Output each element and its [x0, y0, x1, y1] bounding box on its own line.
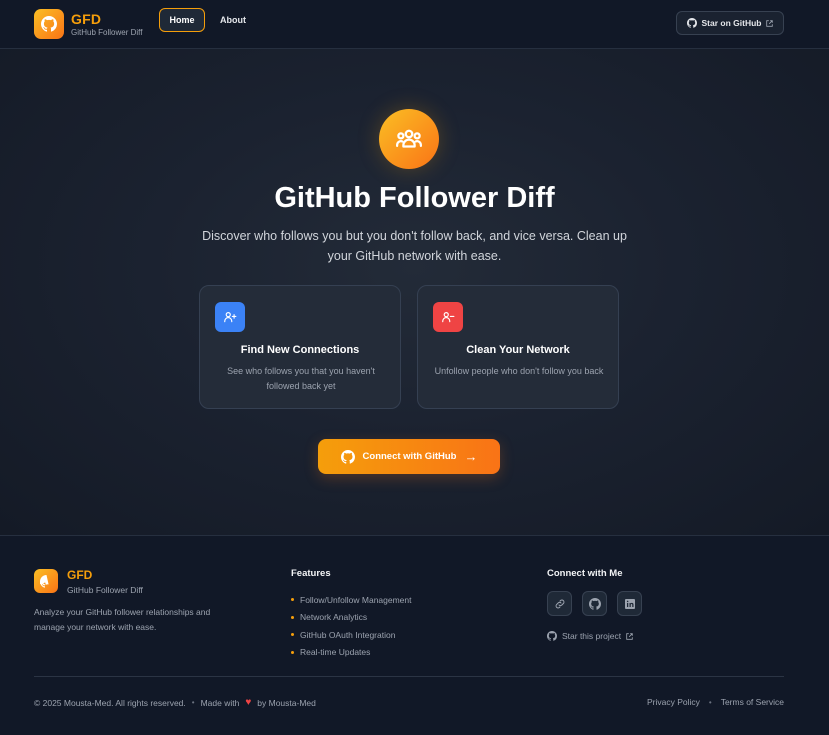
github-icon [547, 631, 557, 641]
heart-icon: ♥ [245, 697, 252, 708]
footer: GFD GitHub Follower Diff Analyze your Gi… [0, 535, 829, 735]
card-clean-your-network: Clean Your Network Unfollow people who d… [417, 285, 619, 409]
made-by-text: by Mousta-Med [257, 697, 316, 708]
card-title: Find New Connections [240, 344, 360, 356]
hero-description: Discover who follows you but you don't f… [202, 229, 627, 263]
bullet-dot [291, 633, 294, 637]
star-this-project-link[interactable]: Star this project [547, 631, 633, 641]
features-heading: Features [291, 568, 331, 579]
separator-dot: • [708, 697, 712, 707]
connect-with-github-button[interactable]: Connect with GitHub → [318, 439, 500, 474]
user-minus-icon [433, 302, 463, 332]
card-description: See who follows you that you haven't fol… [227, 366, 375, 391]
copyright-text: © 2025 Mousta-Med. All rights reserved. [34, 697, 186, 708]
star-on-github-button[interactable]: Star on GitHub [676, 11, 784, 35]
feature-item: Network Analytics [291, 609, 412, 627]
users-group-icon [379, 109, 439, 169]
feature-label: GitHub OAuth Integration [300, 629, 396, 640]
card-description: Unfollow people who don't follow you bac… [434, 366, 604, 376]
feature-label: Follow/Unfollow Management [300, 594, 412, 605]
nav-about-link[interactable]: About [214, 8, 252, 32]
linkedin-icon[interactable] [617, 591, 642, 616]
card-title: Clean Your Network [466, 344, 570, 356]
feature-item: GitHub OAuth Integration [291, 626, 412, 644]
connect-heading: Connect with Me [547, 568, 623, 579]
feature-item: Real-time Updates [291, 644, 412, 662]
link-icon[interactable] [547, 591, 572, 616]
nav-home-link[interactable]: Home [159, 8, 205, 32]
footer-about-text: Analyze your GitHub follower relationshi… [34, 607, 211, 632]
features-list: Follow/Unfollow Management Network Analy… [291, 591, 412, 661]
separator-dot: • [191, 698, 195, 707]
bullet-dot [291, 615, 294, 619]
top-nav: GFD GitHub Follower Diff Home About Star… [0, 0, 829, 49]
brand-tagline: GitHub Follower Diff [71, 28, 143, 37]
footer-copyright-row: © 2025 Mousta-Med. All rights reserved. … [34, 697, 316, 708]
star-on-github-label: Star on GitHub [701, 18, 762, 28]
logo-github-icon[interactable] [34, 9, 64, 39]
footer-brand-tagline: GitHub Follower Diff [67, 585, 143, 595]
feature-item: Follow/Unfollow Management [291, 591, 412, 609]
card-find-new-connections: Find New Connections See who follows you… [199, 285, 401, 409]
brand-name[interactable]: GFD [71, 11, 101, 27]
footer-divider [34, 676, 784, 677]
user-plus-icon [215, 302, 245, 332]
arrow-right-icon: → [464, 449, 478, 464]
footer-brand-name: GFD [67, 568, 93, 582]
footer-logo-github-icon [34, 569, 58, 593]
hero-title: GitHub Follower Diff [274, 182, 555, 214]
hero-section: GitHub Follower Diff Discover who follow… [0, 49, 829, 535]
feature-label: Network Analytics [300, 612, 368, 623]
star-this-project-label: Star this project [562, 631, 622, 641]
terms-of-service-link[interactable]: Terms of Service [721, 697, 784, 707]
footer-legal-links: Privacy Policy • Terms of Service [647, 697, 784, 707]
made-with-text: Made with [200, 697, 240, 708]
privacy-policy-link[interactable]: Privacy Policy [647, 697, 700, 707]
connect-with-github-label: Connect with GitHub [362, 451, 457, 462]
feature-label: Real-time Updates [300, 647, 371, 658]
github-icon [340, 449, 355, 464]
external-link-icon [626, 632, 633, 640]
bullet-dot [291, 598, 294, 602]
bullet-dot [291, 650, 294, 654]
github-icon[interactable] [582, 591, 607, 616]
external-link-icon [766, 19, 774, 27]
github-icon [686, 18, 697, 28]
